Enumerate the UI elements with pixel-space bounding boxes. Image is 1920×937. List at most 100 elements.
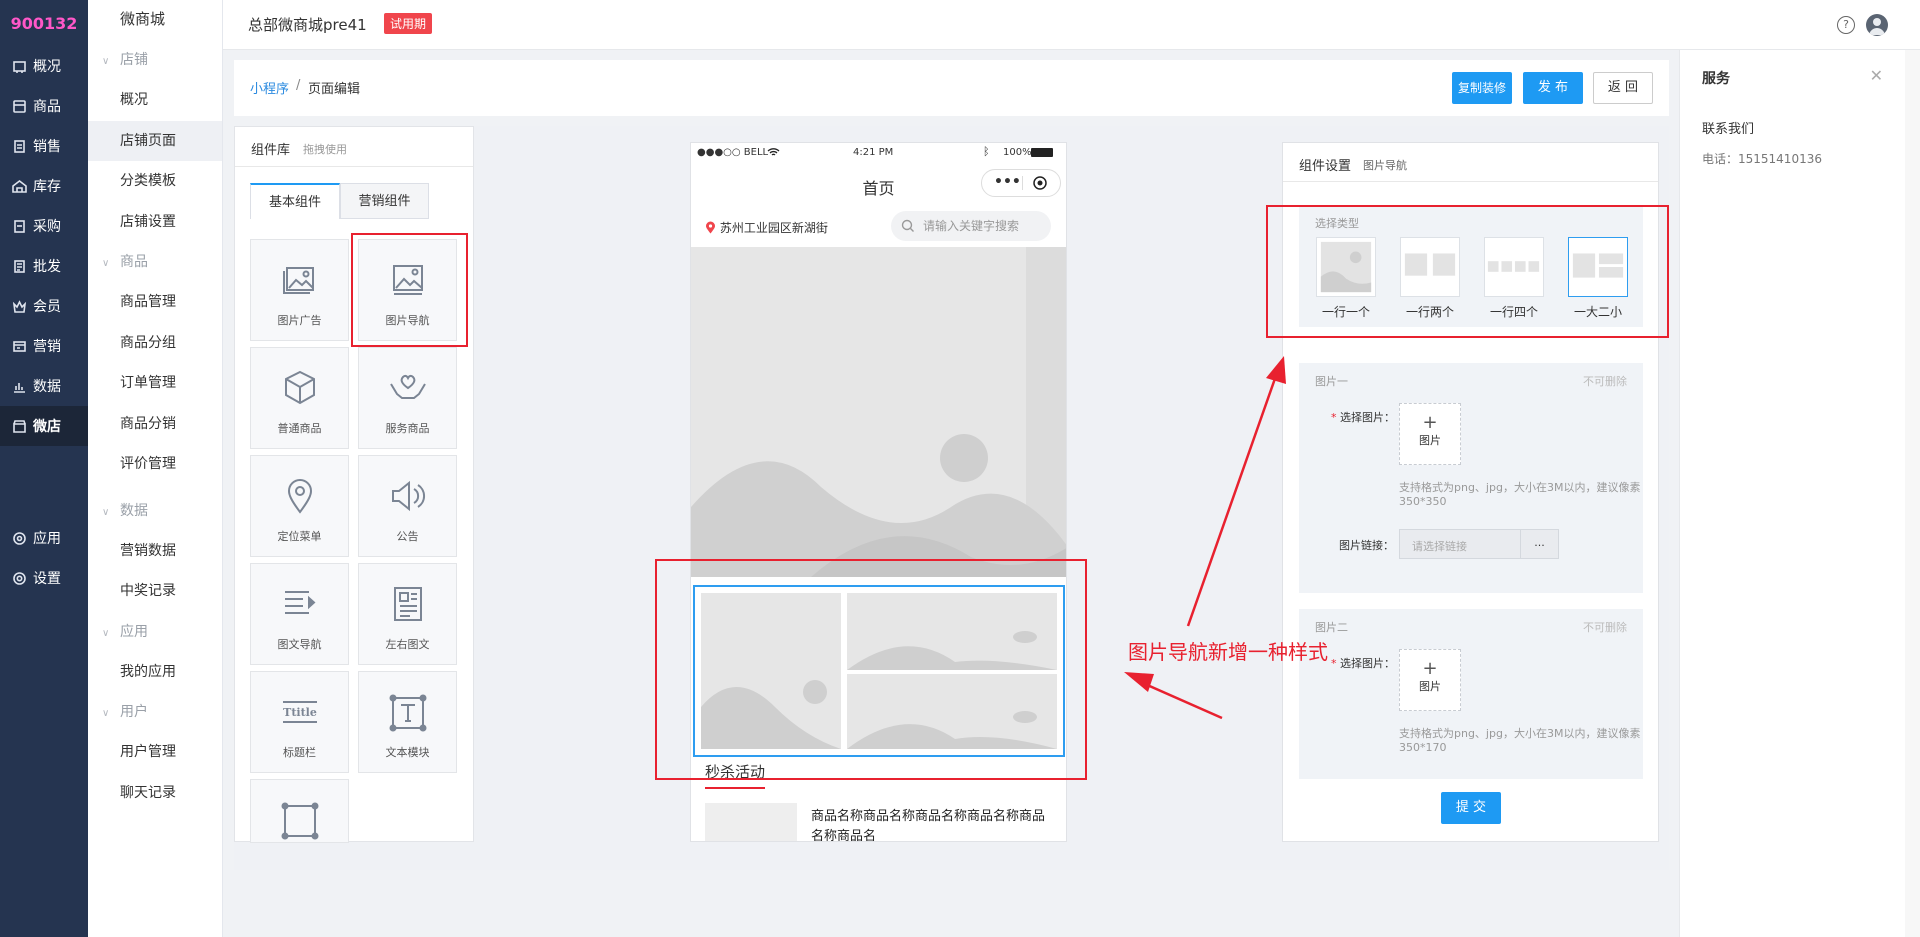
wholesale-icon: [14, 259, 25, 273]
component-text-nav[interactable]: 图文导航: [250, 563, 349, 665]
highlight-box: [1266, 205, 1669, 338]
chevron-down-icon: ∨: [102, 708, 110, 719]
image-placeholder-icon: [691, 247, 1066, 577]
component-text-module[interactable]: 文本模块: [358, 671, 457, 773]
nav-item-label: 库存: [33, 179, 61, 195]
nav-item-member[interactable]: 会员: [0, 286, 88, 326]
subnav-item[interactable]: 商品分销: [88, 404, 222, 445]
subnav-item[interactable]: 用户管理: [88, 732, 222, 773]
back-button[interactable]: 返 回: [1593, 72, 1653, 104]
phone-battery-text: 100%: [1003, 147, 1032, 158]
subnav-item[interactable]: 店铺页面: [88, 120, 222, 161]
divider: [1283, 181, 1658, 182]
nav-item-goods[interactable]: 商品: [0, 86, 88, 126]
image-upload-button[interactable]: + 图片: [1399, 649, 1461, 711]
nav-item-data[interactable]: 数据: [0, 366, 88, 406]
component-image-ad[interactable]: 图片广告: [250, 239, 349, 341]
highlight-box: [351, 233, 468, 347]
subnav-group-title[interactable]: ∨ 应用: [88, 612, 222, 652]
component-document[interactable]: 左右图文: [358, 563, 457, 665]
component-box[interactable]: 普通商品: [250, 347, 349, 449]
nav-item-settings[interactable]: 设置: [0, 558, 88, 598]
trial-badge: 试用期: [384, 13, 433, 34]
avatar[interactable]: [1866, 14, 1888, 36]
nav-item-dashboard[interactable]: 概况: [0, 46, 88, 86]
subnav-item[interactable]: 营销数据: [88, 531, 222, 572]
subnav-item[interactable]: 评价管理: [88, 444, 222, 485]
image-ad-icon: [282, 267, 314, 294]
component-title-bar[interactable]: Ttitle 标题栏: [250, 671, 349, 773]
subnav-item[interactable]: 商品管理: [88, 282, 222, 323]
chevron-down-icon: ∨: [102, 627, 110, 639]
subnav-item[interactable]: 订单管理: [88, 363, 222, 404]
component-square-frame[interactable]: [250, 779, 349, 843]
location-text: 苏州工业园区新湖街: [719, 221, 828, 235]
image-one-title: 图片一: [1315, 375, 1348, 388]
undeletable-label: 不可删除: [1583, 375, 1627, 388]
component-label: 标题栏: [283, 746, 316, 759]
service-panel: 服务 ✕ 联系我们 电话：15151410136: [1679, 50, 1905, 937]
component-location-pin[interactable]: 定位菜单: [250, 455, 349, 557]
subnav-item[interactable]: 概况: [88, 80, 222, 121]
component-speaker[interactable]: 公告: [358, 455, 457, 557]
subnav-item[interactable]: 分类模板: [88, 161, 222, 202]
subnav-group-label: 用户: [120, 704, 148, 720]
subnav-group-title[interactable]: ∨ 商品: [88, 242, 222, 282]
copy-decoration-button[interactable]: 复制装修: [1452, 72, 1512, 104]
phone-carrier: ●●●○○ BELL: [697, 147, 769, 158]
text-nav-icon: [284, 591, 315, 614]
close-icon[interactable]: ✕: [1870, 66, 1883, 85]
breadcrumb-link[interactable]: 小程序: [250, 78, 289, 97]
shop-icon: [13, 419, 26, 433]
phone-search-input[interactable]: 请输入关键字搜索: [891, 211, 1051, 241]
component-label: 图文导航: [277, 638, 322, 651]
app-icon: [13, 531, 26, 545]
link-select-button[interactable]: ...: [1520, 530, 1558, 558]
chevron-down-icon: ∨: [102, 56, 110, 67]
brand-logo: 900132: [10, 14, 78, 33]
subnav-item[interactable]: 我的应用: [88, 652, 222, 693]
nav-item-marketing[interactable]: 营销: [0, 326, 88, 366]
submit-button[interactable]: 提 交: [1441, 792, 1501, 824]
subnav-item[interactable]: 商品分组: [88, 323, 222, 364]
image-link-input[interactable]: 请选择链接 ...: [1399, 529, 1559, 559]
settings-icon: [13, 571, 26, 585]
help-icon[interactable]: ?: [1837, 16, 1855, 34]
subnav-item[interactable]: 店铺设置: [88, 202, 222, 243]
image-upload-button[interactable]: + 图片: [1399, 403, 1461, 465]
component-service-hands[interactable]: 服务商品: [358, 347, 457, 449]
data-icon: [14, 382, 25, 393]
image-hint: 支持格式为png、jpg，大小在3M以内，建议像素: [1399, 481, 1641, 494]
subnav-group-title[interactable]: ∨ 店铺: [88, 40, 222, 80]
contact-us[interactable]: 联系我们: [1702, 118, 1754, 137]
subnav-group-title[interactable]: ∨ 数据: [88, 491, 222, 531]
nav-item-inventory[interactable]: 库存: [0, 166, 88, 206]
publish-button[interactable]: 发 布: [1523, 72, 1583, 104]
divider: [235, 166, 473, 167]
nav-item-app[interactable]: 应用: [0, 518, 88, 558]
tab-marketing-components[interactable]: 营销组件: [340, 183, 429, 219]
breadcrumb-current: 页面编辑: [308, 82, 361, 97]
contact-phone: 电话：15151410136: [1702, 152, 1822, 166]
nav-item-purchase[interactable]: 采购: [0, 206, 88, 246]
subnav-item[interactable]: 中奖记录: [88, 571, 222, 612]
member-icon: [12, 299, 27, 313]
tab-basic-components[interactable]: 基本组件: [250, 183, 340, 219]
location-bar[interactable]: 苏州工业园区新湖街: [705, 219, 828, 236]
component-label: 公告: [396, 530, 419, 543]
nav-item-sales[interactable]: 销售: [0, 126, 88, 166]
bluetooth-icon: ᛒ: [983, 145, 990, 158]
upload-label: 图片: [1419, 434, 1441, 447]
scrollbar[interactable]: [1905, 50, 1920, 937]
more-dots-icon[interactable]: •••: [994, 174, 1021, 190]
nav-item-shop[interactable]: 微店: [0, 406, 88, 446]
breadcrumb-bar: 小程序 / 页面编辑 复制装修 发 布 返 回: [234, 60, 1669, 116]
inventory-icon: [12, 179, 27, 193]
select-image-label: * 选择图片：: [1331, 411, 1395, 424]
title-bar-icon: Ttitle: [282, 701, 317, 723]
subnav-item[interactable]: 聊天记录: [88, 773, 222, 814]
close-target-icon[interactable]: [1032, 175, 1048, 191]
subnav-group-title[interactable]: ∨ 用户: [88, 692, 222, 732]
sales-icon: [14, 139, 25, 153]
nav-item-wholesale[interactable]: 批发: [0, 246, 88, 286]
